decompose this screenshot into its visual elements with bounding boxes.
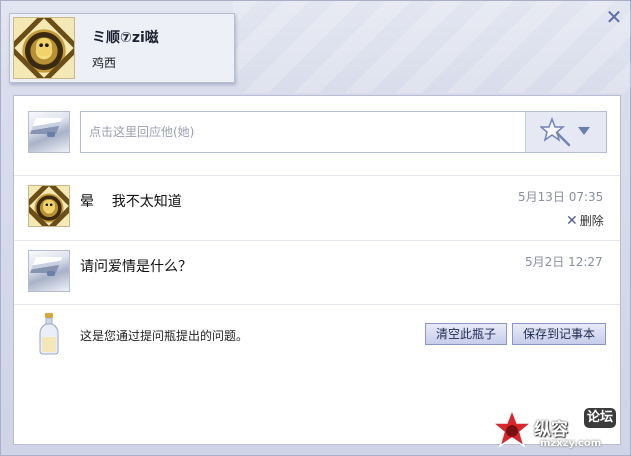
delete-button[interactable]: ✕ 删除 — [566, 212, 604, 229]
magic-star-icon — [540, 117, 571, 147]
bottle-note: 这是您通过提问瓶提出的问题。 — [80, 329, 249, 343]
site-watermark: 纵容 论坛 mzxzy.com — [492, 405, 630, 455]
message-time: 5月13日 07:35 — [518, 190, 604, 204]
delete-icon: ✕ — [566, 213, 578, 229]
my-avatar — [28, 111, 70, 153]
profile-avatar[interactable] — [13, 17, 75, 79]
profile-name[interactable]: ミ顺⑦zi嗞 — [92, 27, 159, 47]
message-avatar[interactable] — [28, 250, 70, 292]
conversation-panel: 晕 我不太知道 5月13日 07:35 ✕删除 请问爱情是什么？ 5月2日 12… — [13, 95, 621, 445]
reply-input[interactable] — [81, 112, 521, 152]
emoticon-picker-button[interactable] — [525, 112, 606, 152]
divider — [14, 304, 620, 305]
watermark-brand: 纵容 — [534, 420, 568, 440]
message-text: 晕 我不太知道 — [80, 194, 182, 210]
watermark-url: mzxzy.com — [540, 438, 602, 449]
profile-location: 鸡西 — [92, 56, 117, 70]
divider — [14, 175, 620, 176]
profile-card: ミ顺⑦zi嗞 鸡西 — [9, 13, 235, 83]
message-avatar[interactable] — [28, 185, 70, 227]
close-icon: ✕ — [605, 5, 623, 29]
watermark-badge: 论坛 — [584, 408, 617, 428]
header-background — [233, 1, 631, 93]
reply-box — [80, 111, 607, 153]
save-to-notepad-button[interactable]: 保存到记事本 — [512, 323, 606, 345]
bottle-icon — [39, 313, 59, 355]
bottle-question-window: ✕ ミ顺⑦zi嗞 鸡西 晕 我不太知道 5月13日 07:35 ✕删除 — [0, 0, 631, 456]
chevron-down-icon — [578, 127, 590, 135]
divider — [14, 240, 620, 241]
close-button[interactable]: ✕ — [604, 7, 624, 27]
message-time: 5月2日 12:27 — [525, 255, 603, 269]
delete-label: 删除 — [579, 214, 604, 228]
message-text: 请问爱情是什么？ — [80, 259, 192, 275]
clear-bottle-button[interactable]: 清空此瓶子 — [425, 323, 507, 345]
red-star-logo — [492, 409, 532, 448]
